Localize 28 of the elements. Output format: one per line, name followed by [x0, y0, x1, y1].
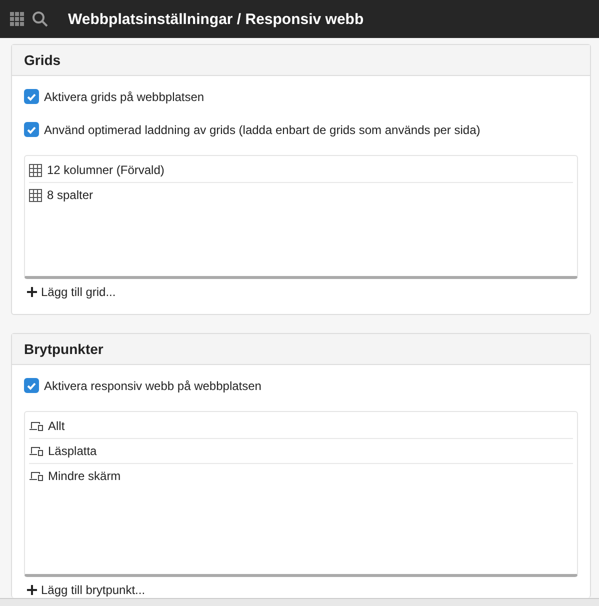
plus-icon	[27, 287, 37, 297]
checkbox[interactable]	[24, 89, 39, 104]
devices-icon	[29, 421, 43, 431]
list-item[interactable]: Läsplatta	[48, 444, 97, 458]
grid-icon	[29, 164, 42, 176]
devices-icon	[29, 471, 43, 481]
devices-icon	[29, 446, 43, 456]
panel-title: Brytpunkter	[12, 334, 590, 365]
apps-grid-icon[interactable]	[10, 12, 24, 26]
list-item[interactable]: Allt	[48, 419, 65, 433]
list-item[interactable]: 8 spalter	[47, 188, 94, 202]
page-title: Webbplatsinställningar / Responsiv webb	[68, 10, 364, 28]
list-item[interactable]: 12 kolumner (Förvald)	[47, 163, 164, 177]
add-link[interactable]: Lägg till brytpunkt...	[24, 582, 578, 598]
checkmark-icon	[27, 92, 36, 100]
checkbox-label: Använd optimerad laddning av grids (ladda enbart de grids som används per sida)	[44, 122, 480, 136]
plus-icon	[27, 585, 37, 595]
grid-icon	[29, 188, 42, 202]
checkmark-icon	[27, 126, 36, 134]
search-icon[interactable]	[32, 11, 48, 27]
checkbox[interactable]	[24, 378, 39, 393]
list-item[interactable]: Mindre skärm	[48, 469, 121, 483]
checkmark-icon	[27, 382, 36, 390]
add-link[interactable]: Lägg till grid...	[24, 284, 578, 300]
checkbox[interactable]	[24, 122, 39, 137]
checkbox-label: Aktivera grids på webbplatsen	[44, 90, 204, 104]
checkbox-label: Aktivera responsiv webb på webbplatsen	[44, 378, 262, 392]
panel-title: Grids	[12, 45, 590, 76]
